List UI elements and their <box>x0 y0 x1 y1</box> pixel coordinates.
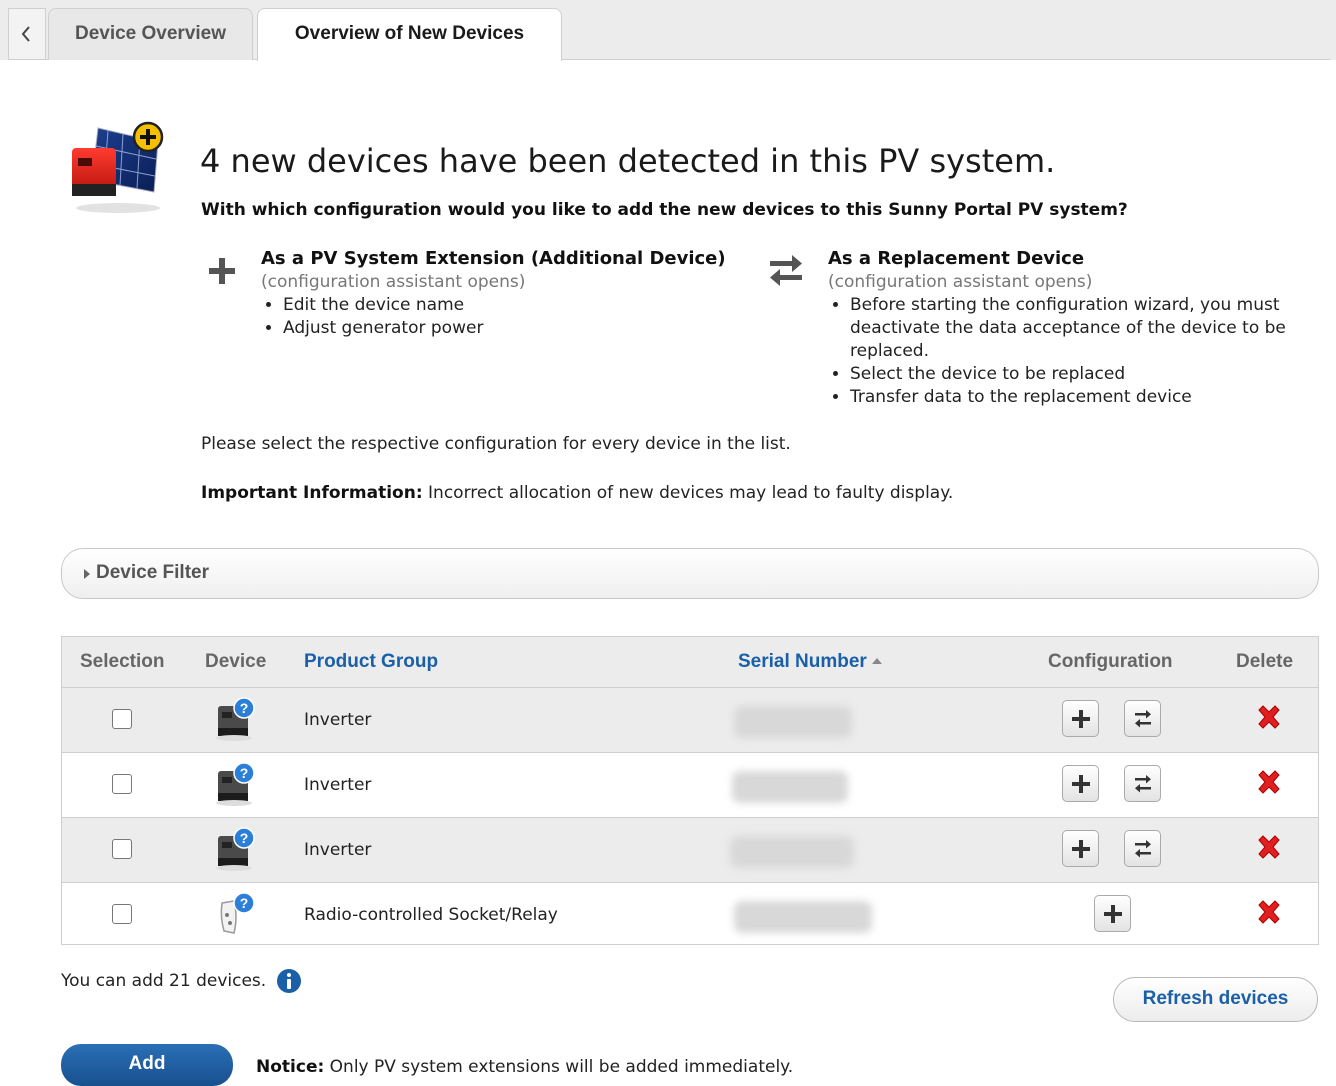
row-select-checkbox[interactable] <box>112 774 132 794</box>
col-header-serial-number-label: Serial Number <box>738 651 867 672</box>
svg-text:?: ? <box>240 765 249 781</box>
option-replacement-list: Before starting the configuration wizard… <box>828 294 1320 409</box>
add-as-extension-button[interactable] <box>1062 765 1099 802</box>
delete-x-icon[interactable] <box>1254 832 1284 862</box>
chevron-left-icon <box>21 26 30 42</box>
plus-icon <box>1104 905 1122 923</box>
svg-text:?: ? <box>240 830 249 846</box>
delete-x-icon[interactable] <box>1254 702 1284 732</box>
serial-number-redacted <box>732 771 848 803</box>
product-group-cell: Inverter <box>304 775 372 795</box>
row-select-checkbox[interactable] <box>112 709 132 729</box>
device-filter-toggle[interactable]: Device Filter <box>61 548 1319 599</box>
option-extension-list: Edit the device name Adjust generator po… <box>261 294 703 340</box>
table-header: Selection Device Product Group Serial Nu… <box>62 637 1318 688</box>
list-item: Edit the device name <box>283 294 703 317</box>
col-header-product-group[interactable]: Product Group <box>304 651 438 673</box>
product-group-cell: Inverter <box>304 710 372 730</box>
page-title: 4 new devices have been detected in this… <box>200 142 1056 180</box>
inverter-unknown-icon: ? <box>216 827 255 871</box>
col-header-configuration: Configuration <box>1048 651 1173 672</box>
table-row: ? Radio-controlled Socket/Relay <box>62 883 1318 948</box>
plus-icon <box>1072 840 1090 858</box>
important-text: Incorrect allocation of new devices may … <box>422 483 954 503</box>
option-extension-subtitle: (configuration assistant opens) <box>261 272 526 292</box>
table-row: ? Inverter <box>62 753 1318 818</box>
table-row: ? Inverter <box>62 688 1318 753</box>
product-group-cell: Inverter <box>304 840 372 860</box>
product-group-cell: Radio-controlled Socket/Relay <box>304 905 558 925</box>
back-button[interactable] <box>8 8 46 59</box>
tab-bar: Device Overview Overview of New Devices <box>0 0 1336 61</box>
list-item: Transfer data to the replacement device <box>850 386 1320 409</box>
add-as-replacement-button[interactable] <box>1124 700 1161 737</box>
swap-arrows-icon <box>1135 710 1151 728</box>
option-replacement-subtitle: (configuration assistant opens) <box>828 272 1093 292</box>
plus-icon <box>209 258 235 284</box>
new-devices-hero-icon <box>72 121 164 213</box>
add-as-replacement-button[interactable] <box>1124 830 1161 867</box>
serial-number-redacted <box>734 901 872 933</box>
svg-text:?: ? <box>240 895 249 911</box>
add-as-extension-button[interactable] <box>1094 895 1131 932</box>
sort-ascending-icon <box>871 658 882 664</box>
add-as-extension-button[interactable] <box>1062 830 1099 867</box>
option-replacement-title: As a Replacement Device <box>828 248 1085 269</box>
list-item: Before starting the configuration wizard… <box>850 294 1320 363</box>
serial-number-redacted <box>734 706 852 738</box>
table-row: ? Inverter <box>62 818 1318 883</box>
configuration-question: With which configuration would you like … <box>201 200 1128 220</box>
tab-overview-of-new-devices[interactable]: Overview of New Devices <box>257 8 562 61</box>
serial-number-redacted <box>730 836 854 868</box>
select-instruction: Please select the respective configurati… <box>201 434 791 454</box>
notice-label: Notice: <box>256 1057 325 1077</box>
notice-body: Only PV system extensions will be added … <box>324 1057 794 1077</box>
new-devices-table: Selection Device Product Group Serial Nu… <box>61 636 1319 945</box>
row-select-checkbox[interactable] <box>112 839 132 859</box>
important-information: Important Information: Incorrect allocat… <box>201 483 953 503</box>
list-item: Adjust generator power <box>283 317 703 340</box>
col-header-selection: Selection <box>80 651 165 672</box>
info-icon[interactable] <box>276 968 302 994</box>
device-filter-label: Device Filter <box>96 562 209 583</box>
add-as-extension-button[interactable] <box>1062 700 1099 737</box>
list-item: Select the device to be replaced <box>850 363 1320 386</box>
tab-device-overview[interactable]: Device Overview <box>48 8 253 60</box>
swap-arrows-icon <box>770 255 802 286</box>
refresh-devices-button[interactable]: Refresh devices <box>1113 977 1318 1022</box>
important-label: Important Information: <box>201 483 423 503</box>
notice-text: Notice: Only PV system extensions will b… <box>256 1057 793 1077</box>
socket-relay-unknown-icon: ? <box>220 892 255 934</box>
add-as-replacement-button[interactable] <box>1124 765 1161 802</box>
expand-triangle-icon <box>84 569 90 579</box>
option-extension-title: As a PV System Extension (Additional Dev… <box>261 248 726 269</box>
add-button[interactable]: Add <box>61 1044 233 1086</box>
row-select-checkbox[interactable] <box>112 904 132 924</box>
plus-icon <box>1072 710 1090 728</box>
col-header-delete: Delete <box>1236 651 1294 672</box>
col-header-serial-number[interactable]: Serial Number <box>738 651 882 673</box>
col-header-device: Device <box>205 651 267 672</box>
delete-x-icon[interactable] <box>1254 897 1284 927</box>
swap-arrows-icon <box>1135 840 1151 858</box>
plus-icon <box>1072 775 1090 793</box>
inverter-unknown-icon: ? <box>216 762 255 806</box>
inverter-unknown-icon: ? <box>216 697 255 741</box>
devices-remaining-text: You can add 21 devices. <box>61 971 267 991</box>
svg-text:?: ? <box>240 700 249 716</box>
delete-x-icon[interactable] <box>1254 767 1284 797</box>
swap-arrows-icon <box>1135 775 1151 793</box>
